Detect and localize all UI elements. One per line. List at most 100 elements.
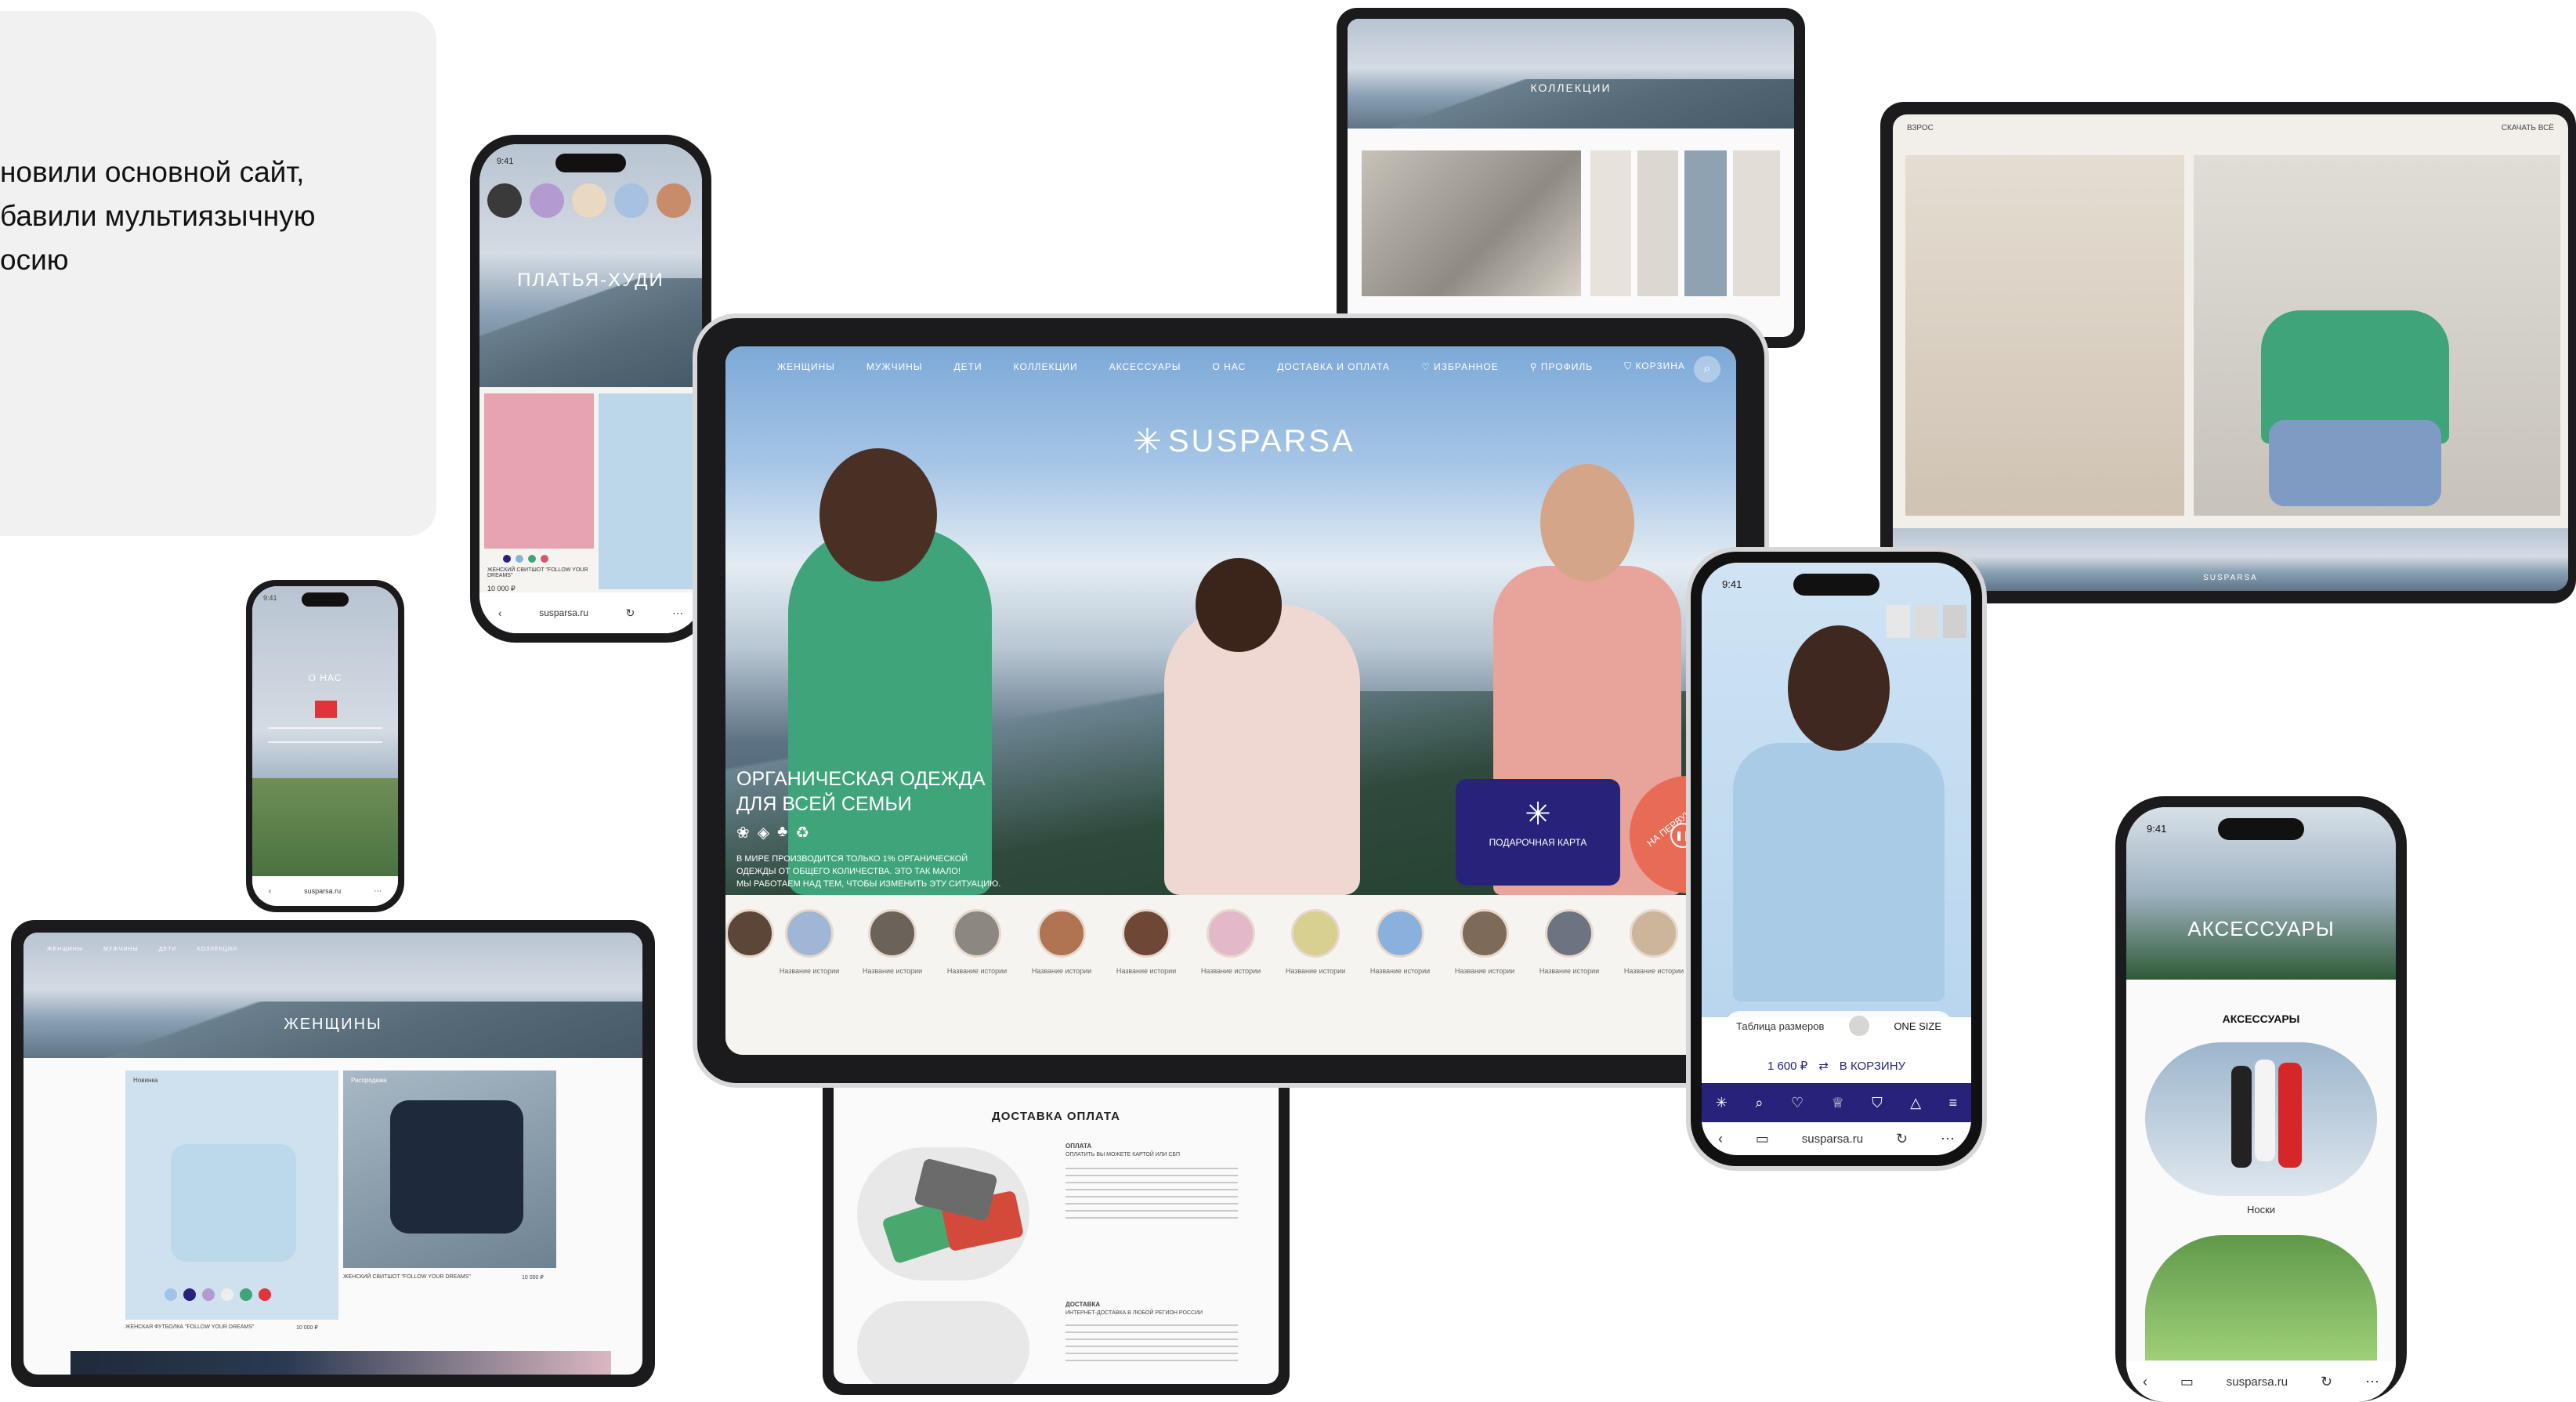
story-6[interactable]	[1207, 909, 1255, 958]
nav-men[interactable]: МУЖЧИНЫ	[867, 361, 923, 372]
sprout-icon: ♣	[777, 823, 788, 840]
size-row[interactable]: Таблица размеров ONE SIZE	[1725, 1011, 1952, 1041]
reload-icon[interactable]: ↻	[2321, 1374, 2332, 1390]
story-label-11: Название истории	[1623, 967, 1684, 975]
more-icon[interactable]: ⋯	[374, 887, 382, 896]
section-title: АКСЕССУАРЫ	[2222, 1013, 2300, 1025]
thumb-1[interactable]	[1887, 605, 1910, 638]
story-label-3: Название истории	[946, 967, 1008, 975]
woman-head	[819, 448, 937, 581]
search-button[interactable]: ⌕	[1694, 356, 1720, 382]
model-3[interactable]	[1684, 150, 1727, 296]
swatch-3[interactable]	[572, 183, 606, 218]
user-icon: ⚲	[1529, 360, 1541, 372]
price-cart-row[interactable]: 1 600 ₽ ⇄ В КОРЗИНУ	[1702, 1050, 1971, 1081]
url-text[interactable]: susparsa.ru	[539, 607, 588, 618]
product-card-2[interactable]	[599, 393, 697, 589]
socks-card[interactable]	[2145, 1042, 2377, 1196]
swatch-1[interactable]	[487, 183, 522, 218]
tab-cart-icon[interactable]: ⛉	[1872, 1095, 1883, 1111]
story-8[interactable]	[1376, 909, 1424, 958]
reload-icon[interactable]: ↻	[626, 607, 635, 620]
nav-kids[interactable]: ДЕТИ	[159, 947, 177, 952]
collage[interactable]	[1362, 150, 1581, 296]
tab-favorites-icon[interactable]: ♡	[1791, 1095, 1804, 1111]
nav-collections[interactable]: КОЛЛЕКЦИИ	[1014, 361, 1078, 372]
thumb-3[interactable]	[1943, 605, 1966, 638]
product-dots	[165, 1288, 271, 1301]
story-1[interactable]	[785, 909, 834, 958]
more-icon[interactable]: ⋯	[1941, 1131, 1955, 1147]
nav-collections[interactable]: КОЛЛЕКЦИИ	[197, 947, 237, 952]
nav-men[interactable]: МУЖЧИНЫ	[103, 947, 139, 952]
nav-profile[interactable]: ⚲ ПРОФИЛЬ	[1530, 361, 1593, 372]
brand-logo[interactable]: ✳ SUSPARSA	[1133, 422, 1355, 462]
phone-product: 9:41 Таблица размеров ONE SIZE 1 600 ₽ ⇄…	[1686, 547, 1987, 1171]
story-7[interactable]	[1291, 909, 1340, 958]
nav-accessories[interactable]: АКСЕССУАРЫ	[1109, 361, 1181, 372]
gift-card-banner[interactable]: ✳ ПОДАРОЧНАЯ КАРТА	[1456, 779, 1620, 886]
nav-women[interactable]: ЖЕНЩИНЫ	[777, 361, 835, 372]
size-table-label[interactable]: Таблица размеров	[1736, 1020, 1824, 1032]
swatch-2[interactable]	[530, 183, 564, 218]
tab-profile-icon[interactable]: △	[1910, 1095, 1921, 1111]
story-label-1: Название истории	[779, 967, 840, 975]
women-product-price-2: 10 000 ₽	[522, 1275, 544, 1281]
story-11[interactable]	[1630, 909, 1678, 958]
swatch-4[interactable]	[614, 183, 649, 218]
url-text[interactable]: susparsa.ru	[2227, 1375, 2288, 1389]
tab-search-icon[interactable]: ⌕	[1755, 1095, 1763, 1111]
story-3[interactable]	[953, 909, 1001, 958]
tabs-icon[interactable]: ▭	[1756, 1131, 1769, 1147]
nav-favorites[interactable]: ♡ ИЗБРАННОЕ	[1421, 361, 1499, 372]
reload-icon[interactable]: ↻	[1896, 1131, 1908, 1147]
thumb-2[interactable]	[1915, 605, 1938, 638]
story-label-6: Название истории	[1200, 967, 1261, 975]
main-screen: ЖЕНЩИНЫ МУЖЧИНЫ ДЕТИ КОЛЛЕКЦИИ АКСЕССУАР…	[725, 346, 1736, 1055]
back-icon[interactable]: ‹	[269, 887, 271, 896]
nav-about[interactable]: О НАС	[1213, 361, 1246, 372]
cart-swap-icon: ⇄	[1818, 1060, 1829, 1073]
top-right-label[interactable]: СКАЧАТЬ ВСЁ	[2502, 124, 2554, 132]
top-left-label[interactable]: ВЗРОС	[1907, 124, 1934, 132]
model-2[interactable]	[1637, 150, 1678, 296]
nav-delivery[interactable]: ДОСТАВКА И ОПЛАТА	[1277, 361, 1390, 372]
story-10[interactable]	[1545, 909, 1594, 958]
delivery-screen: ДОСТАВКА ОПЛАТА ОПЛАТА ОПЛАТИТЬ ВЫ МОЖЕТ…	[834, 1074, 1279, 1384]
size-value[interactable]: ONE SIZE	[1894, 1020, 1941, 1032]
story-0[interactable]	[725, 909, 774, 958]
more-icon[interactable]: ⋯	[672, 607, 683, 620]
url-text[interactable]: susparsa.ru	[304, 887, 341, 895]
nav-cart[interactable]: ⛉ КОРЗИНА	[1624, 360, 1685, 372]
product-price: 1 600 ₽	[1767, 1060, 1808, 1073]
tab-bonus-icon[interactable]: ♕	[1832, 1095, 1844, 1111]
story-9[interactable]	[1460, 909, 1509, 958]
nav-favorites-label: ИЗБРАННОЕ	[1434, 360, 1499, 372]
add-to-cart-button[interactable]: В КОРЗИНУ	[1840, 1060, 1905, 1073]
more-icon[interactable]: ⋯	[2365, 1374, 2379, 1390]
back-icon[interactable]: ‹	[498, 607, 502, 619]
url-text[interactable]: susparsa.ru	[1802, 1132, 1863, 1146]
story-2[interactable]	[868, 909, 917, 958]
model-4[interactable]	[1733, 150, 1780, 296]
story-5[interactable]	[1122, 909, 1170, 958]
tab-menu-icon[interactable]: ≡	[1949, 1095, 1958, 1111]
nav-kids[interactable]: ДЕТИ	[954, 361, 982, 372]
socks-label[interactable]: Носки	[2126, 1204, 2396, 1215]
swatch-5[interactable]	[657, 183, 691, 218]
nav-women[interactable]: ЖЕНЩИНЫ	[47, 947, 83, 952]
tablet-collections: КОЛЛЕКЦИИ	[1337, 8, 1805, 348]
sock-white	[2255, 1060, 2275, 1161]
story-4[interactable]	[1037, 909, 1086, 958]
tabs-icon[interactable]: ▭	[2180, 1374, 2194, 1390]
lifestyle-photo-1[interactable]	[1905, 155, 2184, 516]
back-icon[interactable]: ‹	[1718, 1131, 1723, 1147]
model-1[interactable]	[1590, 150, 1631, 296]
man-head	[1540, 464, 1634, 581]
back-icon[interactable]: ‹	[2143, 1374, 2147, 1390]
product-card-1[interactable]	[484, 393, 594, 549]
tab-home-icon[interactable]: ✳	[1716, 1095, 1728, 1111]
bags-card[interactable]	[2145, 1235, 2377, 1360]
drop-icon: ◈	[757, 824, 770, 842]
story-label-10: Название истории	[1539, 967, 1600, 975]
